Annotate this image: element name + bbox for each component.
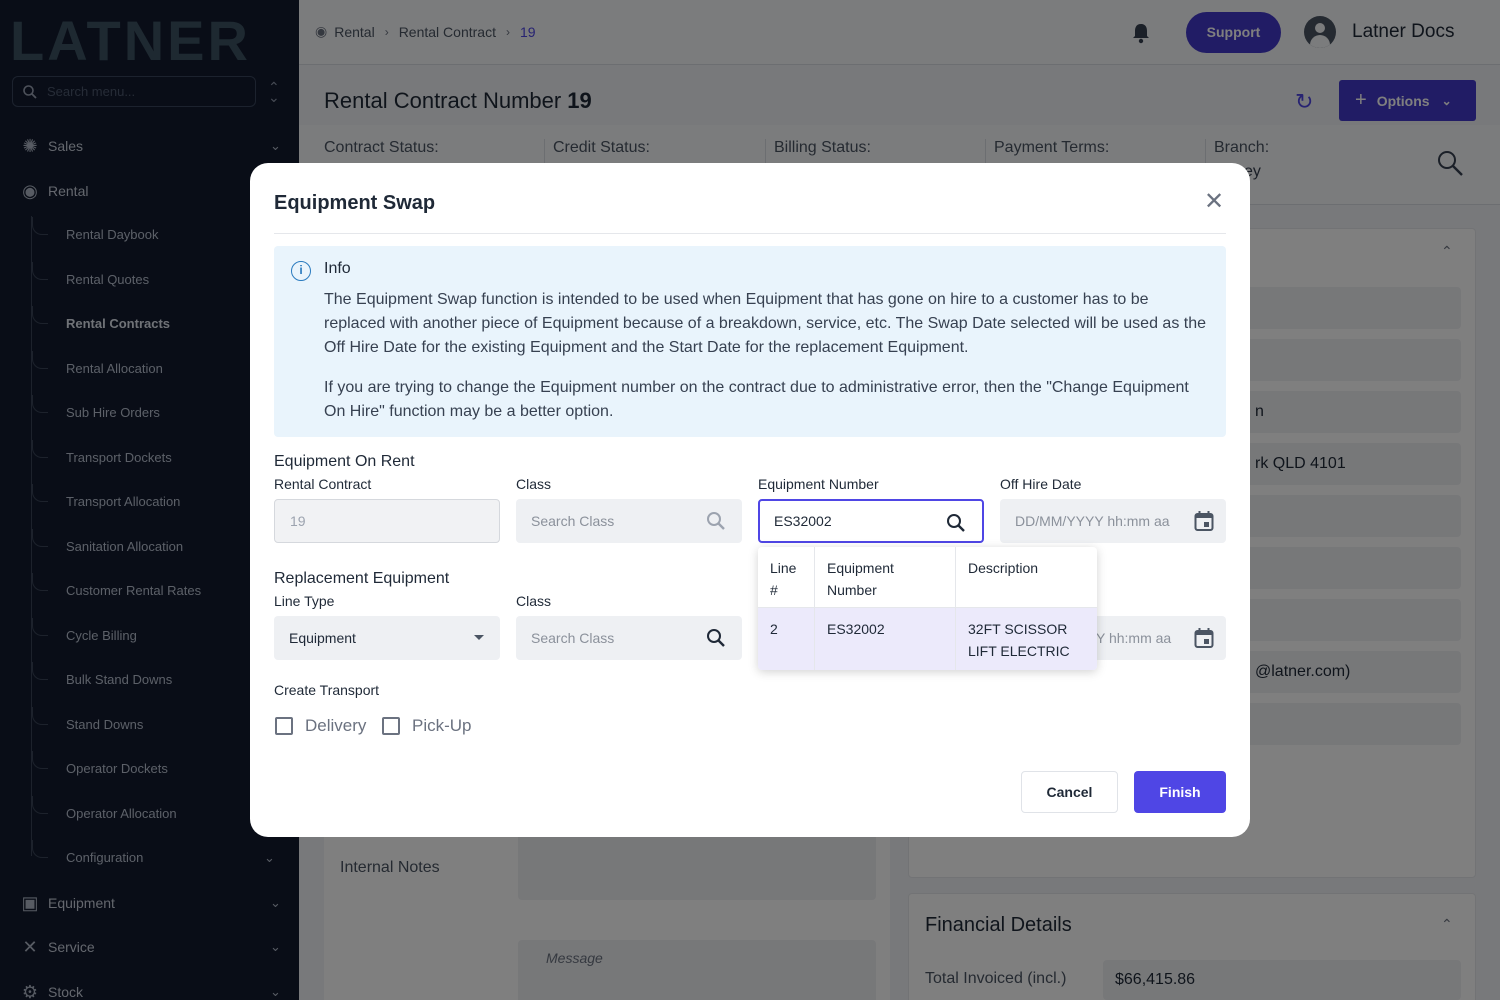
pickup-checkbox[interactable] bbox=[382, 717, 400, 735]
cell-equipment-number[interactable]: ES32002 bbox=[815, 608, 956, 670]
delivery-label[interactable]: Delivery bbox=[305, 716, 366, 736]
finish-button[interactable]: Finish bbox=[1134, 771, 1226, 813]
off-hire-date-field[interactable] bbox=[1000, 499, 1226, 543]
search-icon[interactable] bbox=[706, 511, 726, 531]
info-icon: i bbox=[291, 261, 311, 281]
off-hire-date-label: Off Hire Date bbox=[1000, 476, 1082, 492]
equipment-on-rent-heading: Equipment On Rent bbox=[274, 453, 415, 470]
equipment-swap-modal: Equipment Swap ✕ i Info The Equipment Sw… bbox=[250, 163, 1250, 837]
info-box: i Info The Equipment Swap function is in… bbox=[274, 246, 1226, 437]
caret-down-icon bbox=[474, 635, 484, 640]
class-search-field[interactable] bbox=[516, 499, 742, 543]
rental-contract-label: Rental Contract bbox=[274, 476, 372, 492]
replacement-equipment-heading: Replacement Equipment bbox=[274, 570, 450, 587]
rental-contract-field: 19 bbox=[274, 499, 500, 543]
close-icon[interactable]: ✕ bbox=[1204, 190, 1224, 214]
equipment-number-field[interactable]: ES32002 bbox=[758, 499, 984, 543]
cancel-button[interactable]: Cancel bbox=[1021, 771, 1118, 813]
class-label: Class bbox=[516, 476, 552, 492]
line-type-label: Line Type bbox=[274, 593, 335, 609]
rental-contract-value: 19 bbox=[290, 513, 306, 529]
column-header-line: Line # bbox=[758, 547, 815, 607]
class-search-input[interactable] bbox=[531, 513, 681, 529]
replacement-class-search-field[interactable] bbox=[516, 616, 742, 660]
search-icon[interactable] bbox=[946, 513, 966, 533]
delivery-checkbox[interactable] bbox=[275, 717, 293, 735]
pickup-label[interactable]: Pick-Up bbox=[412, 716, 472, 736]
info-paragraph: The Equipment Swap function is intended … bbox=[324, 291, 1206, 356]
create-transport-label: Create Transport bbox=[274, 682, 380, 698]
off-hire-date-input[interactable] bbox=[1015, 513, 1185, 529]
column-header-equipment-number: Equipment Number bbox=[815, 547, 956, 607]
divider bbox=[274, 233, 1226, 234]
column-header-description: Description bbox=[968, 560, 1039, 576]
class-label: Class bbox=[516, 593, 552, 609]
line-type-value: Equipment bbox=[289, 630, 356, 646]
calendar-icon[interactable] bbox=[1194, 510, 1214, 532]
line-type-select[interactable]: Equipment bbox=[274, 616, 500, 660]
cell-line[interactable]: 2 bbox=[758, 608, 815, 670]
replacement-class-search-input[interactable] bbox=[531, 630, 681, 646]
info-paragraph: If you are trying to change the Equipmen… bbox=[324, 379, 1189, 420]
info-title: Info bbox=[324, 260, 351, 277]
table-row[interactable]: 2 ES32002 32FT SCISSOR LIFT ELECTRIC bbox=[758, 608, 1097, 670]
dropdown-header: Line # Equipment Number Description bbox=[758, 547, 1097, 608]
modal-title: Equipment Swap bbox=[274, 192, 436, 214]
equipment-number-dropdown: Line # Equipment Number Description 2 ES… bbox=[758, 547, 1097, 670]
equipment-number-value[interactable]: ES32002 bbox=[774, 513, 832, 529]
calendar-icon[interactable] bbox=[1194, 627, 1214, 649]
equipment-number-label: Equipment Number bbox=[758, 476, 879, 492]
swap-date-placeholder[interactable]: Y hh:mm aa bbox=[1096, 630, 1171, 646]
cell-description[interactable]: 32FT SCISSOR LIFT ELECTRIC bbox=[956, 608, 1097, 670]
search-icon[interactable] bbox=[706, 628, 726, 648]
